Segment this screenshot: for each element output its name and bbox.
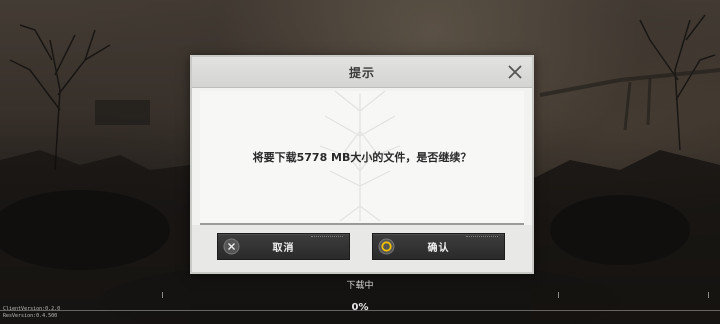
dialog-body: 将要下载5778 MB大小的文件，是否继续？ [200, 91, 524, 225]
cancel-button[interactable]: 取消 [217, 233, 350, 260]
dialog-footer: 取消 确认 [192, 225, 532, 272]
download-status-label: 下载中 [346, 281, 374, 291]
confirm-label: 确认 [427, 243, 450, 254]
dialog-header: 提示 [192, 57, 532, 88]
cancel-label: 取消 [272, 243, 295, 254]
version-info: ClientVersion:0.2.0 ResVersion:0.4.500 [3, 306, 60, 320]
progress-tick [162, 292, 163, 298]
dialog-message: 将要下载5778 MB大小的文件，是否继续？ [252, 151, 472, 164]
download-prompt-dialog: 提示 将要下载5778 MB大小的文件，是否继续？ 取消 确认 [190, 55, 534, 274]
close-icon [508, 65, 522, 79]
progress-tick [708, 292, 709, 298]
progress-tick [558, 292, 559, 298]
confirm-button[interactable]: 确认 [372, 233, 505, 260]
client-version: ClientVersion:0.2.0 [3, 306, 61, 312]
res-version: ResVersion:0.4.500 [3, 313, 58, 319]
progress-percentage: 0% [351, 302, 369, 313]
close-button[interactable] [506, 63, 524, 81]
dialog-title: 提示 [348, 66, 375, 80]
